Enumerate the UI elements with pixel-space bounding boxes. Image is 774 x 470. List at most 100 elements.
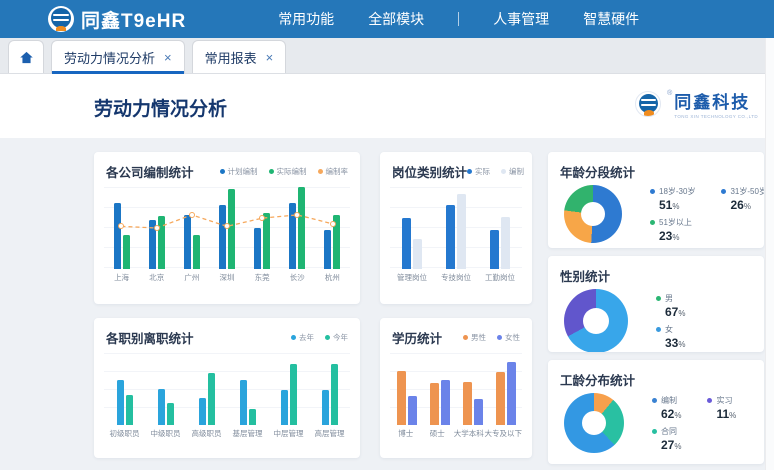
bar <box>208 373 215 425</box>
legend-dot-icon <box>318 169 323 174</box>
legend-item[interactable]: 男67% <box>656 293 685 319</box>
x-axis-label: 上海 <box>104 272 139 283</box>
bar <box>463 382 472 425</box>
donut-legend: 男67% 女33% <box>656 293 685 350</box>
tab-label: 劳动力情况分析 <box>64 48 155 67</box>
donut-ring <box>564 393 624 453</box>
legend-item[interactable]: 女性 <box>497 332 520 343</box>
legend-item[interactable]: 实际编制 <box>269 166 307 177</box>
legend-label: 计划编制 <box>228 166 258 177</box>
bar <box>501 217 510 269</box>
legend-item[interactable]: 18岁-30岁51% <box>650 186 695 212</box>
x-axis-label: 大学本科 <box>453 428 485 439</box>
legend-item[interactable]: 编制62% <box>652 395 681 421</box>
donut-ring <box>564 289 628 352</box>
bar-group <box>490 187 510 269</box>
x-axis-label: 长沙 <box>280 272 315 283</box>
app-brand[interactable]: 同鑫T9eHR <box>48 6 186 33</box>
x-axis-label: 东莞 <box>245 272 280 283</box>
legend-item[interactable]: 编制 <box>501 166 524 177</box>
chart-title: 岗位类别统计 <box>392 162 467 181</box>
legend-item[interactable]: 实际 <box>467 166 490 177</box>
tab-label: 常用报表 <box>205 48 257 67</box>
bar <box>331 364 338 425</box>
legend-item[interactable]: 女33% <box>656 324 685 350</box>
bar-group <box>117 353 133 425</box>
legend-label: 31岁-50岁 <box>730 186 764 197</box>
legend-item[interactable]: 实习11% <box>707 395 736 421</box>
x-axis-label: 杭州 <box>315 272 350 283</box>
bar <box>397 371 406 425</box>
registered-mark: ® <box>667 90 672 97</box>
bar <box>158 389 165 425</box>
x-axis-label: 专技岗位 <box>434 272 478 283</box>
legend-item[interactable]: 31岁-50岁26% <box>721 186 764 212</box>
x-axis-label: 博士 <box>390 428 422 439</box>
legend-dot-icon <box>463 335 468 340</box>
bar <box>249 409 256 425</box>
x-axis-labels: 上海北京广州深圳东莞长沙杭州 <box>104 272 350 283</box>
chart-title: 工龄分布统计 <box>560 370 635 389</box>
main-menu: 常用功能 全部模块 人事管理 智慧硬件 <box>278 9 639 29</box>
bar <box>457 194 466 269</box>
donut-hole <box>581 202 605 226</box>
company-subtitle: TONG XIN TECHNOLOGY CO.,LTD <box>674 114 758 119</box>
bar-chart: 初级职员中级职员高级职员基层管理中层管理高层管理 <box>94 349 360 439</box>
bar-group <box>158 353 174 425</box>
legend-dot-icon <box>652 429 657 434</box>
legend-item[interactable]: 去年 <box>291 332 314 343</box>
bar-chart: 博士硕士大学本科大专及以下 <box>380 349 532 439</box>
bar <box>322 390 329 425</box>
bar <box>117 380 124 425</box>
x-axis-labels: 初级职员中级职员高级职员基层管理中层管理高层管理 <box>104 428 350 439</box>
legend-value: 23% <box>659 229 695 243</box>
bar <box>507 362 516 425</box>
bar <box>408 396 417 425</box>
company-name: 同鑫科技 <box>674 88 758 113</box>
legend-label: 编制率 <box>326 166 349 177</box>
legend-item[interactable]: 编制率 <box>318 166 349 177</box>
chart-legend: 去年今年 <box>291 332 348 343</box>
legend-item[interactable]: 男性 <box>463 332 486 343</box>
chart-card-tenure-distribution: 工龄分布统计 编制62% 实习11% 合同27% <box>548 360 764 464</box>
x-axis-label: 高层管理 <box>309 428 350 439</box>
menu-item-common-functions[interactable]: 常用功能 <box>278 9 334 29</box>
bar-plot <box>390 353 522 425</box>
home-tab[interactable] <box>8 40 44 73</box>
bar <box>441 380 450 425</box>
x-axis-label: 硕士 <box>422 428 454 439</box>
legend-dot-icon <box>269 169 274 174</box>
line-point <box>189 212 195 218</box>
legend-item[interactable]: 计划编制 <box>220 166 258 177</box>
bar-group <box>397 353 417 425</box>
legend-label: 51岁以上 <box>659 217 692 228</box>
brand-logo-icon <box>48 6 74 32</box>
vertical-scrollbar[interactable] <box>765 38 774 470</box>
tab-workforce-analysis[interactable]: 劳动力情况分析 × <box>51 40 185 73</box>
legend-label: 女性 <box>505 332 520 343</box>
x-axis-label: 北京 <box>139 272 174 283</box>
bar <box>240 380 247 425</box>
x-axis-label: 工勤岗位 <box>478 272 522 283</box>
chart-card-company-establishment: 各公司编制统计 计划编制实际编制编制率 上海北京广州深圳东莞长沙杭州 <box>94 152 360 304</box>
legend-item[interactable]: 合同27% <box>652 426 681 452</box>
bar <box>281 390 288 425</box>
legend-item[interactable]: 今年 <box>325 332 348 343</box>
x-axis-label: 初级职员 <box>104 428 145 439</box>
tab-common-reports[interactable]: 常用报表 × <box>192 40 287 73</box>
bar <box>474 399 483 425</box>
menu-item-smart-hardware[interactable]: 智慧硬件 <box>583 9 639 29</box>
tab-close-icon[interactable]: × <box>164 50 172 65</box>
menu-item-all-modules[interactable]: 全部模块 <box>368 9 424 29</box>
legend-item[interactable]: 51岁以上23% <box>650 217 695 243</box>
company-logo-icon <box>635 91 661 117</box>
menu-item-hr-management[interactable]: 人事管理 <box>493 9 549 29</box>
bar-group <box>446 187 466 269</box>
legend-label: 实际编制 <box>277 166 307 177</box>
chart-title: 年龄分段统计 <box>560 162 635 181</box>
tab-close-icon[interactable]: × <box>266 50 274 65</box>
donut-hole <box>583 308 609 334</box>
x-axis-label: 高级职员 <box>186 428 227 439</box>
legend-value: 26% <box>730 198 764 212</box>
home-icon <box>19 50 34 65</box>
